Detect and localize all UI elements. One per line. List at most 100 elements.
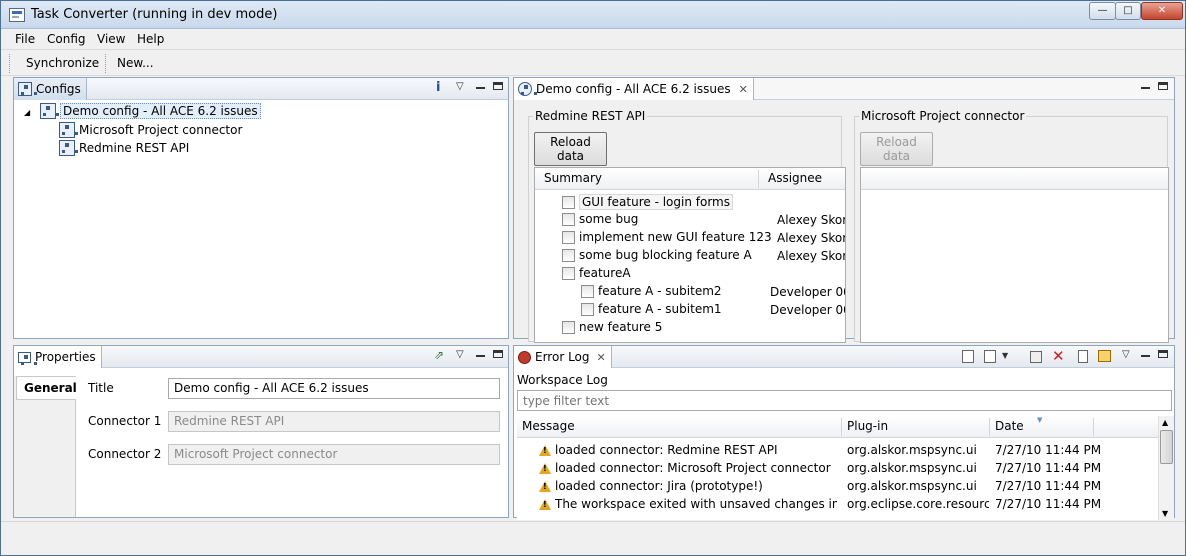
import-menu-icon[interactable]: ▼ xyxy=(1002,351,1008,360)
row-checkbox[interactable] xyxy=(562,248,575,262)
tree-expander-icon[interactable]: ◢ xyxy=(24,108,30,117)
maximize-view-icon[interactable] xyxy=(493,350,503,361)
scroll-down-icon[interactable]: ▼ xyxy=(1162,509,1168,518)
log-row[interactable]: loaded connector: Microsoft Project conn… xyxy=(539,461,837,475)
view-menu-icon[interactable]: ▽ xyxy=(456,81,464,92)
synchronize-button[interactable]: Synchronize xyxy=(26,56,99,70)
table-row[interactable]: implement new GUI feature 123 xyxy=(562,230,772,244)
menu-file[interactable]: File xyxy=(15,32,35,46)
tab-close-icon[interactable]: ✕ xyxy=(739,83,748,96)
row-summary: implement new GUI feature 123 xyxy=(579,230,772,244)
msproject-task-table xyxy=(860,167,1169,343)
column-message[interactable]: Message xyxy=(522,419,575,433)
menu-help[interactable]: Help xyxy=(137,32,164,46)
column-summary[interactable]: Summary xyxy=(544,171,602,185)
minimize-view-icon[interactable] xyxy=(476,81,485,92)
tab-properties[interactable]: Properties xyxy=(14,346,102,368)
pin-icon[interactable]: ⇗ xyxy=(434,348,444,362)
scroll-thumb[interactable] xyxy=(1160,430,1173,464)
column-date[interactable]: Date xyxy=(995,419,1024,433)
open-log-icon[interactable] xyxy=(1078,350,1088,363)
table-row[interactable]: new feature 5 xyxy=(562,320,662,334)
table-row[interactable]: feature A - subitem1 xyxy=(581,302,722,316)
row-summary: feature A - subitem1 xyxy=(598,302,722,316)
toolbar: Synchronize New... xyxy=(1,49,1185,76)
menu-view[interactable]: View xyxy=(97,32,125,46)
table-row[interactable]: featureA xyxy=(562,266,631,280)
row-summary: some bug blocking feature A xyxy=(579,248,752,262)
minimize-editor-icon[interactable] xyxy=(1141,81,1150,92)
log-row[interactable]: loaded connector: Jira (prototype!) xyxy=(539,479,837,493)
tree-item-redmine[interactable]: Redmine REST API xyxy=(59,140,189,156)
tab-configs[interactable]: Configs xyxy=(14,78,87,100)
row-checkbox[interactable] xyxy=(562,266,575,280)
column-plugin[interactable]: Plug-in xyxy=(847,419,888,433)
column-assignee[interactable]: Assignee xyxy=(768,171,822,185)
column-divider xyxy=(841,418,842,436)
maximize-editor-icon[interactable] xyxy=(1158,82,1168,93)
config-icon xyxy=(40,103,59,119)
row-summary: feature A - subitem2 xyxy=(598,284,722,298)
new-button[interactable]: New... xyxy=(117,56,154,70)
tab-demo-config[interactable]: Demo config - All ACE 6.2 issues ✕ xyxy=(514,78,754,100)
import-log-icon[interactable] xyxy=(984,350,996,363)
row-checkbox[interactable] xyxy=(562,195,575,209)
log-message: The workspace exited with unsaved change… xyxy=(555,497,837,511)
editor-content: Redmine REST API Reload data Summary Ass… xyxy=(514,100,1174,343)
row-checkbox[interactable] xyxy=(562,212,575,226)
reload-data-button[interactable]: Reload data xyxy=(534,132,607,166)
reload-data-button-disabled[interactable]: Reload data xyxy=(860,132,933,166)
restore-log-icon[interactable] xyxy=(1098,350,1111,362)
view-menu-icon[interactable]: ▽ xyxy=(456,349,464,360)
maximize-view-icon[interactable] xyxy=(493,82,503,93)
delete-log-icon[interactable]: ✕ xyxy=(1052,347,1065,365)
properties-view: Properties ⇗ ▽ General Title Demo config… xyxy=(13,345,509,518)
tab-configs-label: Configs xyxy=(36,82,81,96)
configs-view-header: Configs i ▽ xyxy=(14,78,508,100)
view-menu-icon[interactable]: ▽ xyxy=(1122,349,1130,360)
editor-header: Demo config - All ACE 6.2 issues ✕ xyxy=(514,78,1174,100)
connector2-field[interactable]: Microsoft Project connector xyxy=(168,444,500,465)
info-icon[interactable]: i xyxy=(436,80,440,95)
table-row[interactable]: some bug blocking feature A xyxy=(562,248,752,262)
maximize-view-icon[interactable] xyxy=(1158,350,1168,361)
menu-config[interactable]: Config xyxy=(47,32,86,46)
tab-error-log[interactable]: Error Log ✕ xyxy=(514,346,612,368)
section-general[interactable]: General xyxy=(16,376,77,400)
properties-icon xyxy=(18,351,37,365)
row-checkbox[interactable] xyxy=(581,302,594,316)
filter-input[interactable] xyxy=(517,390,1172,411)
log-row[interactable]: loaded connector: Redmine REST API xyxy=(539,443,837,457)
connector-icon xyxy=(59,140,78,156)
properties-content: General Title Demo config - All ACE 6.2 … xyxy=(14,368,508,517)
tree-item-demo-config[interactable]: Demo config - All ACE 6.2 issues xyxy=(40,103,261,119)
clear-log-icon[interactable] xyxy=(1030,351,1042,363)
error-log-header: Error Log ✕ ▼ ✕ ▽ xyxy=(514,346,1174,368)
title-bar: Task Converter (running in dev mode) — □… xyxy=(1,1,1185,29)
window-title: Task Converter (running in dev mode) xyxy=(31,7,278,22)
tab-close-icon[interactable]: ✕ xyxy=(597,351,606,364)
minimize-view-icon[interactable] xyxy=(1141,349,1150,360)
row-checkbox[interactable] xyxy=(581,284,594,298)
table-header: Message Plug-in Date ▼ xyxy=(517,416,1174,438)
row-checkbox[interactable] xyxy=(562,320,575,334)
minimize-view-icon[interactable] xyxy=(476,349,485,360)
table-row[interactable]: feature A - subitem2 xyxy=(581,284,722,298)
log-scrollbar[interactable]: ▲ ▼ xyxy=(1158,416,1174,520)
log-row[interactable]: The workspace exited with unsaved change… xyxy=(539,497,837,511)
minimize-button[interactable]: — xyxy=(1089,2,1116,20)
maximize-button[interactable]: □ xyxy=(1115,2,1141,20)
connector1-field[interactable]: Redmine REST API xyxy=(168,411,500,432)
close-button[interactable]: ✕ xyxy=(1141,2,1183,20)
log-plugin: org.alskor.mspsync.ui xyxy=(847,479,977,493)
table-row[interactable]: GUI feature - login forms xyxy=(562,194,733,210)
row-checkbox[interactable] xyxy=(562,230,575,244)
export-log-icon[interactable] xyxy=(962,350,974,363)
configs-tree: ◢ Demo config - All ACE 6.2 issues Micro… xyxy=(14,100,508,338)
tree-item-msproject[interactable]: Microsoft Project connector xyxy=(59,122,242,138)
table-row[interactable]: some bug xyxy=(562,212,638,226)
column-divider xyxy=(989,418,990,436)
title-field[interactable]: Demo config - All ACE 6.2 issues xyxy=(168,378,500,399)
scroll-up-icon[interactable]: ▲ xyxy=(1162,418,1168,427)
log-plugin: org.eclipse.core.resources xyxy=(847,497,989,511)
